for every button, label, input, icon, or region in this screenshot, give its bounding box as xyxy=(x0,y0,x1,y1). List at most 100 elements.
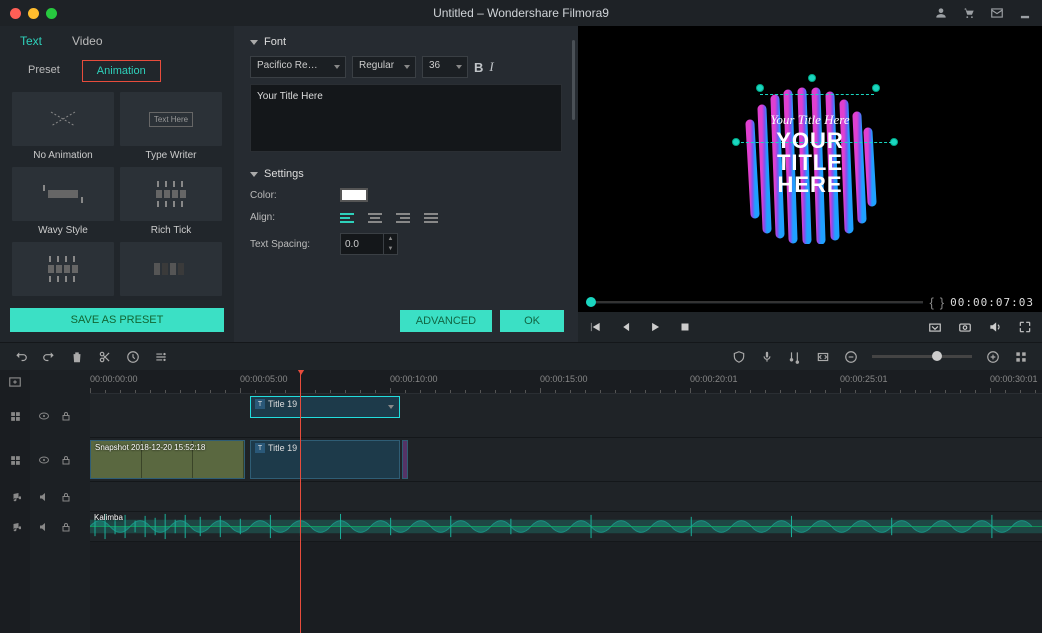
zoom-knob[interactable] xyxy=(932,351,942,361)
subtab-animation[interactable]: Animation xyxy=(82,60,161,82)
time-mark: 00:00:00:00 xyxy=(90,374,138,384)
preset-no-animation[interactable]: No Animation xyxy=(12,92,114,161)
time-mark: 00:00:20:01 xyxy=(690,374,738,384)
preset-wavy-style[interactable]: Wavy Style xyxy=(12,167,114,236)
account-icon[interactable] xyxy=(934,6,948,20)
lock-icon[interactable] xyxy=(60,521,72,533)
fullscreen-icon[interactable] xyxy=(1018,320,1032,334)
preset-rich-tick[interactable]: Rich Tick xyxy=(120,167,222,236)
clip-video[interactable]: Snapshot 2018-12-20 15:52:18 xyxy=(90,440,245,479)
spacing-down[interactable]: ▼ xyxy=(384,244,397,254)
split-icon[interactable] xyxy=(98,350,112,364)
screenshot-icon[interactable] xyxy=(928,320,942,334)
tab-video[interactable]: Video xyxy=(72,34,102,48)
volume-icon[interactable] xyxy=(988,320,1002,334)
transform-handle[interactable] xyxy=(808,74,816,82)
mute-icon[interactable] xyxy=(38,521,50,533)
preset-6[interactable] xyxy=(120,242,222,298)
scrollbar[interactable] xyxy=(572,40,575,120)
close-window[interactable] xyxy=(10,8,21,19)
preset-5[interactable] xyxy=(12,242,114,298)
subtab-preset[interactable]: Preset xyxy=(14,60,74,82)
align-right-button[interactable] xyxy=(396,213,410,223)
font-section-header[interactable]: Font xyxy=(250,36,562,48)
align-center-button[interactable] xyxy=(368,213,382,223)
grid-icon[interactable] xyxy=(1014,350,1028,364)
redo-icon[interactable] xyxy=(42,350,56,364)
add-track-icon[interactable] xyxy=(8,375,22,389)
time-mark: 00:00:15:00 xyxy=(540,374,588,384)
header-icons xyxy=(934,6,1032,20)
ok-button[interactable]: OK xyxy=(500,310,564,332)
maximize-window[interactable] xyxy=(46,8,57,19)
italic-button[interactable]: I xyxy=(489,59,493,75)
zoom-slider[interactable] xyxy=(872,355,972,358)
shield-icon[interactable] xyxy=(732,350,746,364)
mic-icon[interactable] xyxy=(760,350,774,364)
marker-icon[interactable] xyxy=(126,350,140,364)
preview-progress: { } 00:00:07:03 xyxy=(578,292,1042,312)
video-track[interactable]: Snapshot 2018-12-20 15:52:18 TTitle 19 xyxy=(90,438,1042,482)
align-justify-button[interactable] xyxy=(424,213,438,223)
font-family-select[interactable]: Pacifico Re… xyxy=(250,56,346,78)
mark-in-icon[interactable]: { xyxy=(929,295,933,310)
clip-small[interactable] xyxy=(402,440,408,479)
transform-handle[interactable] xyxy=(872,84,880,92)
preview-canvas[interactable]: Your Title Here YOUR TITLE HERE xyxy=(578,26,1042,292)
zoom-in-icon[interactable] xyxy=(986,350,1000,364)
clip-title-1[interactable]: TTitle 19 xyxy=(250,396,400,418)
time-mark: 00:00:25:01 xyxy=(840,374,888,384)
advanced-button[interactable]: ADVANCED xyxy=(400,310,492,332)
time-ruler[interactable]: 00:00:00:0000:00:05:0000:00:10:0000:00:1… xyxy=(90,370,1042,394)
minimize-window[interactable] xyxy=(28,8,39,19)
zoom-out-icon[interactable] xyxy=(844,350,858,364)
playhead[interactable] xyxy=(300,370,301,633)
prev-frame-icon[interactable] xyxy=(588,320,602,334)
align-left-button[interactable] xyxy=(340,213,354,223)
lock-icon[interactable] xyxy=(60,454,72,466)
preview-seek-track[interactable] xyxy=(586,301,923,304)
camera-icon[interactable] xyxy=(958,320,972,334)
color-label: Color: xyxy=(250,190,340,201)
spacing-up[interactable]: ▲ xyxy=(384,234,397,244)
transform-handle[interactable] xyxy=(756,84,764,92)
settings-section-header[interactable]: Settings xyxy=(250,168,562,180)
settings-icon[interactable] xyxy=(154,350,168,364)
cart-icon[interactable] xyxy=(962,6,976,20)
play-icon[interactable] xyxy=(648,320,662,334)
title-track[interactable]: TTitle 19 xyxy=(90,394,1042,438)
export-icon[interactable] xyxy=(1018,6,1032,20)
undo-icon[interactable] xyxy=(14,350,28,364)
visibility-icon[interactable] xyxy=(38,454,50,466)
stop-icon[interactable] xyxy=(678,320,692,334)
title-text-input[interactable] xyxy=(250,84,562,152)
time-mark: 00:00:30:01 xyxy=(990,374,1038,384)
font-size-select[interactable]: 36 xyxy=(422,56,468,78)
audio-track-2[interactable]: Kalimba xyxy=(90,512,1042,542)
mute-icon[interactable] xyxy=(38,491,50,503)
bold-button[interactable]: B xyxy=(474,60,483,75)
mail-icon[interactable] xyxy=(990,6,1004,20)
preview-curved-text: Your Title Here xyxy=(770,112,849,128)
clip-title-2[interactable]: TTitle 19 xyxy=(250,440,400,479)
lock-icon[interactable] xyxy=(60,410,72,422)
window-controls xyxy=(10,8,57,19)
timeline-tracks[interactable]: 00:00:00:0000:00:05:0000:00:10:0000:00:1… xyxy=(90,370,1042,633)
text-spacing-input[interactable] xyxy=(340,233,384,255)
audio-mixer-icon[interactable] xyxy=(788,350,802,364)
mark-out-icon[interactable]: } xyxy=(940,295,944,310)
preset-type-writer[interactable]: Text Here Type Writer xyxy=(120,92,222,161)
fit-icon[interactable] xyxy=(816,350,830,364)
save-as-preset-button[interactable]: SAVE AS PRESET xyxy=(10,308,224,332)
color-swatch[interactable] xyxy=(340,188,368,202)
font-weight-select[interactable]: Regular xyxy=(352,56,416,78)
visibility-icon[interactable] xyxy=(38,410,50,422)
waveform xyxy=(90,512,1042,541)
delete-icon[interactable] xyxy=(70,350,84,364)
step-back-icon[interactable] xyxy=(618,320,632,334)
audio-track-1[interactable] xyxy=(90,482,1042,512)
lock-icon[interactable] xyxy=(60,491,72,503)
align-label: Align: xyxy=(250,212,340,223)
preview-seek-knob[interactable] xyxy=(586,297,596,307)
tab-text[interactable]: Text xyxy=(20,34,42,48)
